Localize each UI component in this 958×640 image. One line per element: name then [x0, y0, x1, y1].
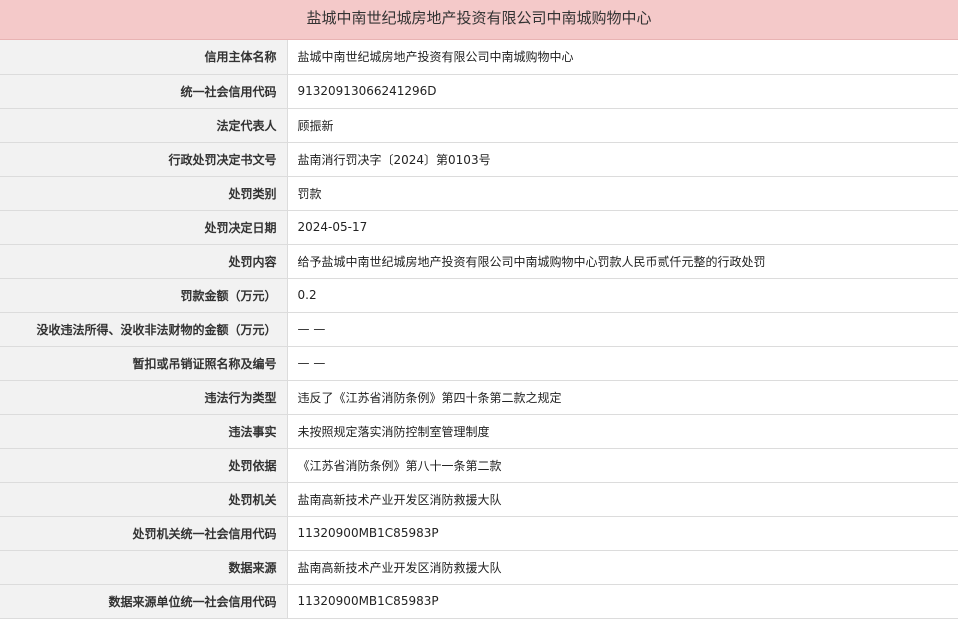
row-value: — — — [287, 346, 958, 381]
table-row: 处罚依据 《江苏省消防条例》第八十一条第二款 — [0, 448, 958, 483]
row-value: 《江苏省消防条例》第八十一条第二款 — [287, 448, 958, 483]
table-row: 处罚机关统一社会信用代码 11320900MB1C85983P — [0, 516, 958, 551]
row-label: 处罚依据 — [0, 448, 288, 483]
table-row: 处罚决定日期 2024-05-17 — [0, 210, 958, 245]
row-label: 没收违法所得、没收非法财物的金额（万元） — [0, 312, 288, 347]
table-row: 数据来源 盐南高新技术产业开发区消防救援大队 — [0, 550, 958, 585]
row-label: 处罚决定日期 — [0, 210, 288, 245]
row-value: — — — [287, 312, 958, 347]
table-row: 统一社会信用代码 91320913066241296D — [0, 74, 958, 109]
record-table: 信用主体名称 盐城中南世纪城房地产投资有限公司中南城购物中心 统一社会信用代码 … — [0, 40, 958, 619]
row-label: 法定代表人 — [0, 108, 288, 143]
row-value: 未按照规定落实消防控制室管理制度 — [287, 414, 958, 449]
row-value: 0.2 — [287, 278, 958, 313]
table-row: 暂扣或吊销证照名称及编号 — — — [0, 346, 958, 381]
table-row: 处罚类别 罚款 — [0, 176, 958, 211]
row-label: 处罚内容 — [0, 244, 288, 279]
row-value: 给予盐城中南世纪城房地产投资有限公司中南城购物中心罚款人民币贰仟元整的行政处罚 — [287, 244, 958, 279]
row-label: 暂扣或吊销证照名称及编号 — [0, 346, 288, 381]
row-value: 罚款 — [287, 176, 958, 211]
page-title: 盐城中南世纪城房地产投资有限公司中南城购物中心 — [0, 0, 958, 40]
table-row: 违法行为类型 违反了《江苏省消防条例》第四十条第二款之规定 — [0, 380, 958, 415]
row-label: 信用主体名称 — [0, 40, 288, 75]
row-value: 违反了《江苏省消防条例》第四十条第二款之规定 — [287, 380, 958, 415]
row-label: 统一社会信用代码 — [0, 74, 288, 109]
row-value: 盐南高新技术产业开发区消防救援大队 — [287, 550, 958, 585]
row-label: 处罚类别 — [0, 176, 288, 211]
row-label: 数据来源单位统一社会信用代码 — [0, 584, 288, 619]
row-label: 处罚机关统一社会信用代码 — [0, 516, 288, 551]
row-value: 盐南高新技术产业开发区消防救援大队 — [287, 482, 958, 517]
row-label: 处罚机关 — [0, 482, 288, 517]
row-value: 11320900MB1C85983P — [287, 516, 958, 551]
table-row: 行政处罚决定书文号 盐南消行罚决字〔2024〕第0103号 — [0, 142, 958, 177]
table-row: 信用主体名称 盐城中南世纪城房地产投资有限公司中南城购物中心 — [0, 40, 958, 75]
row-value: 2024-05-17 — [287, 210, 958, 245]
row-label: 行政处罚决定书文号 — [0, 142, 288, 177]
row-label: 违法行为类型 — [0, 380, 288, 415]
row-label: 数据来源 — [0, 550, 288, 585]
table-row: 处罚内容 给予盐城中南世纪城房地产投资有限公司中南城购物中心罚款人民币贰仟元整的… — [0, 244, 958, 279]
table-row: 没收违法所得、没收非法财物的金额（万元） — — — [0, 312, 958, 347]
table-row: 法定代表人 顾振新 — [0, 108, 958, 143]
table-row: 违法事实 未按照规定落实消防控制室管理制度 — [0, 414, 958, 449]
table-row: 处罚机关 盐南高新技术产业开发区消防救援大队 — [0, 482, 958, 517]
row-value: 盐南消行罚决字〔2024〕第0103号 — [287, 142, 958, 177]
table-row: 罚款金额（万元） 0.2 — [0, 278, 958, 313]
row-value: 顾振新 — [287, 108, 958, 143]
row-label: 违法事实 — [0, 414, 288, 449]
row-value: 11320900MB1C85983P — [287, 584, 958, 619]
row-label: 罚款金额（万元） — [0, 278, 288, 313]
row-value: 盐城中南世纪城房地产投资有限公司中南城购物中心 — [287, 40, 958, 75]
row-value: 91320913066241296D — [287, 74, 958, 109]
table-row: 数据来源单位统一社会信用代码 11320900MB1C85983P — [0, 584, 958, 619]
